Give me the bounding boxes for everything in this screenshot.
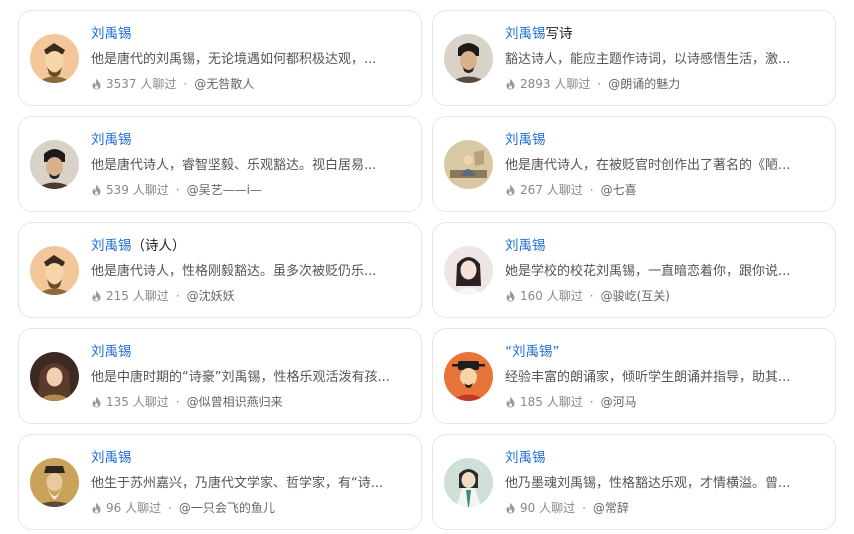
character-card[interactable]: 刘禹锡 她是学校的校花刘禹锡，一直暗恋着你，跟你说... 160 人聊过 · @… bbox=[432, 222, 836, 318]
author-name[interactable]: @沈妖妖 bbox=[187, 288, 235, 304]
author-name[interactable]: @朗诵的魅力 bbox=[608, 76, 680, 92]
character-card[interactable]: 刘禹锡 他是唐代的刘禹锡，无论境遇如何都积极达观，... 3537 人聊过 · … bbox=[18, 10, 422, 106]
separator-dot: · bbox=[175, 183, 180, 197]
card-meta: 215 人聊过 · @沈妖妖 bbox=[91, 288, 235, 304]
separator-dot: · bbox=[597, 77, 602, 91]
character-card[interactable]: “刘禹锡” 经验丰富的朗诵家，倾听学生朗诵并指导，助其... 185 人聊过 ·… bbox=[432, 328, 836, 424]
character-name: “刘禹锡” bbox=[505, 344, 560, 360]
photo-portrait-icon bbox=[30, 140, 79, 189]
flame-icon bbox=[91, 502, 102, 514]
character-card[interactable]: 刘禹锡（诗人） 他是唐代诗人，性格刚毅豁达。虽多次被贬仍乐... 215 人聊过… bbox=[18, 222, 422, 318]
character-description: 他乃墨魂刘禹锡，性格豁达乐观，才情横溢。曾... bbox=[505, 476, 791, 491]
flame-icon bbox=[505, 184, 516, 196]
figure-portrait-icon bbox=[444, 458, 493, 507]
author-name[interactable]: @似曾相识燕归来 bbox=[187, 394, 283, 410]
character-name: 刘禹锡（诗人） bbox=[91, 238, 186, 254]
character-description: 他生于苏州嘉兴，乃唐代文学家、哲学家，有“诗... bbox=[91, 476, 384, 491]
character-description: 他是唐代的刘禹锡，无论境遇如何都积极达观，... bbox=[91, 52, 377, 67]
author-name[interactable]: @无咎散人 bbox=[194, 76, 254, 92]
character-name: 刘禹锡 bbox=[505, 450, 546, 466]
chat-count: 185 人聊过 bbox=[520, 395, 583, 409]
flame-icon bbox=[505, 290, 516, 302]
character-grid: 刘禹锡 他是唐代的刘禹锡，无论境遇如何都积极达观，... 3537 人聊过 · … bbox=[0, 0, 854, 534]
flame-icon bbox=[91, 290, 102, 302]
separator-dot: · bbox=[168, 501, 172, 515]
chat-count: 539 人聊过 bbox=[106, 183, 169, 197]
card-meta: 2893 人聊过 · @朗诵的魅力 bbox=[505, 76, 680, 92]
character-card[interactable]: 刘禹锡 他生于苏州嘉兴，乃唐代文学家、哲学家，有“诗... 96 人聊过 · @… bbox=[18, 434, 422, 530]
character-name-suffix: （诗人） bbox=[131, 238, 186, 254]
separator-dot: · bbox=[589, 289, 594, 303]
separator-dot: · bbox=[183, 77, 188, 91]
character-description: 豁达诗人，能应主题作诗词，以诗感悟生活，激... bbox=[505, 52, 791, 67]
separator-dot: · bbox=[589, 183, 594, 197]
scholar-portrait-icon bbox=[30, 34, 79, 83]
separator-dot: · bbox=[589, 395, 594, 409]
character-card[interactable]: 刘禹锡 他是中唐时期的“诗豪”刘禹锡，性格乐观活泼有孩... 135 人聊过 ·… bbox=[18, 328, 422, 424]
character-name-suffix: 写诗 bbox=[545, 26, 573, 42]
scholar-portrait-icon bbox=[30, 246, 79, 295]
character-card[interactable]: 刘禹锡 他是唐代诗人，在被贬官时创作出了著名的《陋... 267 人聊过 · @… bbox=[432, 116, 836, 212]
character-card[interactable]: 刘禹锡写诗 豁达诗人，能应主题作诗词，以诗感悟生活，激... 2893 人聊过 … bbox=[432, 10, 836, 106]
character-description: 他是唐代诗人，性格刚毅豁达。虽多次被贬仍乐... bbox=[91, 264, 377, 279]
flame-icon bbox=[91, 78, 102, 90]
character-description: 他是中唐时期的“诗豪”刘禹锡，性格乐观活泼有孩... bbox=[91, 370, 390, 385]
character-name: 刘禹锡 bbox=[505, 132, 546, 148]
flame-icon bbox=[505, 78, 516, 90]
author-name[interactable]: @骏屹(互关) bbox=[601, 288, 670, 304]
character-description: 经验丰富的朗诵家，倾听学生朗诵并指导，助其... bbox=[505, 370, 791, 385]
flame-icon bbox=[91, 184, 102, 196]
official-portrait-icon bbox=[444, 352, 493, 401]
separator-dot: · bbox=[582, 501, 586, 515]
character-description: 他是唐代诗人，睿智坚毅、乐观豁达。视白居易... bbox=[91, 158, 377, 173]
card-meta: 3537 人聊过 · @无咎散人 bbox=[91, 76, 254, 92]
chat-count: 267 人聊过 bbox=[520, 183, 583, 197]
separator-dot: · bbox=[175, 395, 180, 409]
character-card[interactable]: 刘禹锡 他乃墨魂刘禹锡，性格豁达乐观，才情横溢。曾... 90 人聊过 · @常… bbox=[432, 434, 836, 530]
author-name[interactable]: @吴艺——i— bbox=[187, 182, 262, 198]
anime-portrait-icon bbox=[30, 352, 79, 401]
chat-count: 135 人聊过 bbox=[106, 395, 169, 409]
flame-icon bbox=[91, 396, 102, 408]
chat-count: 3537 人聊过 bbox=[106, 77, 177, 91]
character-name: 刘禹锡 bbox=[91, 132, 132, 148]
photo-portrait-icon bbox=[444, 34, 493, 83]
elder-portrait-icon bbox=[30, 458, 79, 507]
card-meta: 96 人聊过 · @一只会飞的鱼儿 bbox=[91, 500, 275, 516]
painting-portrait-icon bbox=[444, 140, 493, 189]
card-meta: 267 人聊过 · @七喜 bbox=[505, 182, 637, 198]
character-name: 刘禹锡 bbox=[505, 238, 546, 254]
character-card[interactable]: 刘禹锡 他是唐代诗人，睿智坚毅、乐观豁达。视白居易... 539 人聊过 · @… bbox=[18, 116, 422, 212]
chat-count: 96 人聊过 bbox=[106, 501, 162, 515]
flame-icon bbox=[505, 502, 516, 514]
author-name[interactable]: @一只会飞的鱼儿 bbox=[179, 500, 275, 516]
card-meta: 160 人聊过 · @骏屹(互关) bbox=[505, 288, 670, 304]
flame-icon bbox=[505, 396, 516, 408]
chat-count: 160 人聊过 bbox=[520, 289, 583, 303]
girl-portrait-icon bbox=[444, 246, 493, 295]
chat-count: 215 人聊过 bbox=[106, 289, 169, 303]
author-name[interactable]: @河马 bbox=[601, 394, 637, 410]
character-name: 刘禹锡 bbox=[91, 26, 132, 42]
author-name[interactable]: @常辞 bbox=[593, 500, 629, 516]
character-name: 刘禹锡写诗 bbox=[505, 26, 573, 42]
card-meta: 135 人聊过 · @似曾相识燕归来 bbox=[91, 394, 283, 410]
chat-count: 2893 人聊过 bbox=[520, 77, 591, 91]
character-description: 她是学校的校花刘禹锡，一直暗恋着你，跟你说... bbox=[505, 264, 791, 279]
card-meta: 90 人聊过 · @常辞 bbox=[505, 500, 629, 516]
card-meta: 539 人聊过 · @吴艺——i— bbox=[91, 182, 262, 198]
card-meta: 185 人聊过 · @河马 bbox=[505, 394, 637, 410]
character-name: 刘禹锡 bbox=[91, 344, 132, 360]
character-description: 他是唐代诗人，在被贬官时创作出了著名的《陋... bbox=[505, 158, 791, 173]
separator-dot: · bbox=[175, 289, 180, 303]
author-name[interactable]: @七喜 bbox=[601, 182, 637, 198]
chat-count: 90 人聊过 bbox=[520, 501, 576, 515]
character-name: 刘禹锡 bbox=[91, 450, 132, 466]
